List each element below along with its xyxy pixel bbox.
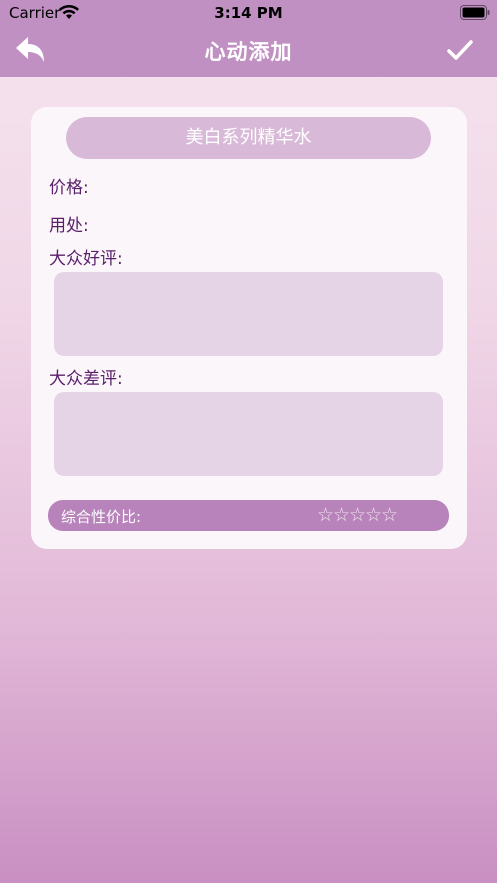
star-icon[interactable]: ☆ bbox=[317, 503, 334, 527]
status-bar: Carrier 3:14 PM bbox=[0, 0, 497, 26]
status-time: 3:14 PM bbox=[214, 4, 283, 22]
star-rating[interactable]: ☆ ☆ ☆ ☆ ☆ bbox=[317, 503, 398, 527]
navigation-bar: Carrier 3:14 PM 心动添加 bbox=[0, 0, 497, 77]
bad-review-input[interactable] bbox=[54, 392, 443, 476]
price-label: 价格: bbox=[49, 178, 89, 198]
star-icon[interactable]: ☆ bbox=[349, 503, 366, 527]
good-review-label: 大众好评: bbox=[49, 249, 123, 269]
star-icon[interactable]: ☆ bbox=[333, 503, 350, 527]
product-form-card: 美白系列精华水 价格: 用处: 大众好评: 大众差评: 综合性价比: ☆ ☆ ☆… bbox=[31, 107, 467, 549]
star-icon[interactable]: ☆ bbox=[381, 503, 398, 527]
bad-review-label: 大众差评: bbox=[49, 369, 123, 389]
battery-icon bbox=[460, 5, 490, 20]
usage-label: 用处: bbox=[49, 216, 89, 236]
star-icon[interactable]: ☆ bbox=[365, 503, 382, 527]
good-review-input[interactable] bbox=[54, 272, 443, 356]
value-rating-label: 综合性价比: bbox=[61, 508, 142, 526]
checkmark-icon[interactable] bbox=[446, 38, 474, 62]
product-name-field[interactable]: 美白系列精华水 bbox=[66, 117, 431, 159]
page-title: 心动添加 bbox=[204, 40, 293, 64]
value-rating-bar: 综合性价比: ☆ ☆ ☆ ☆ ☆ bbox=[48, 500, 449, 531]
